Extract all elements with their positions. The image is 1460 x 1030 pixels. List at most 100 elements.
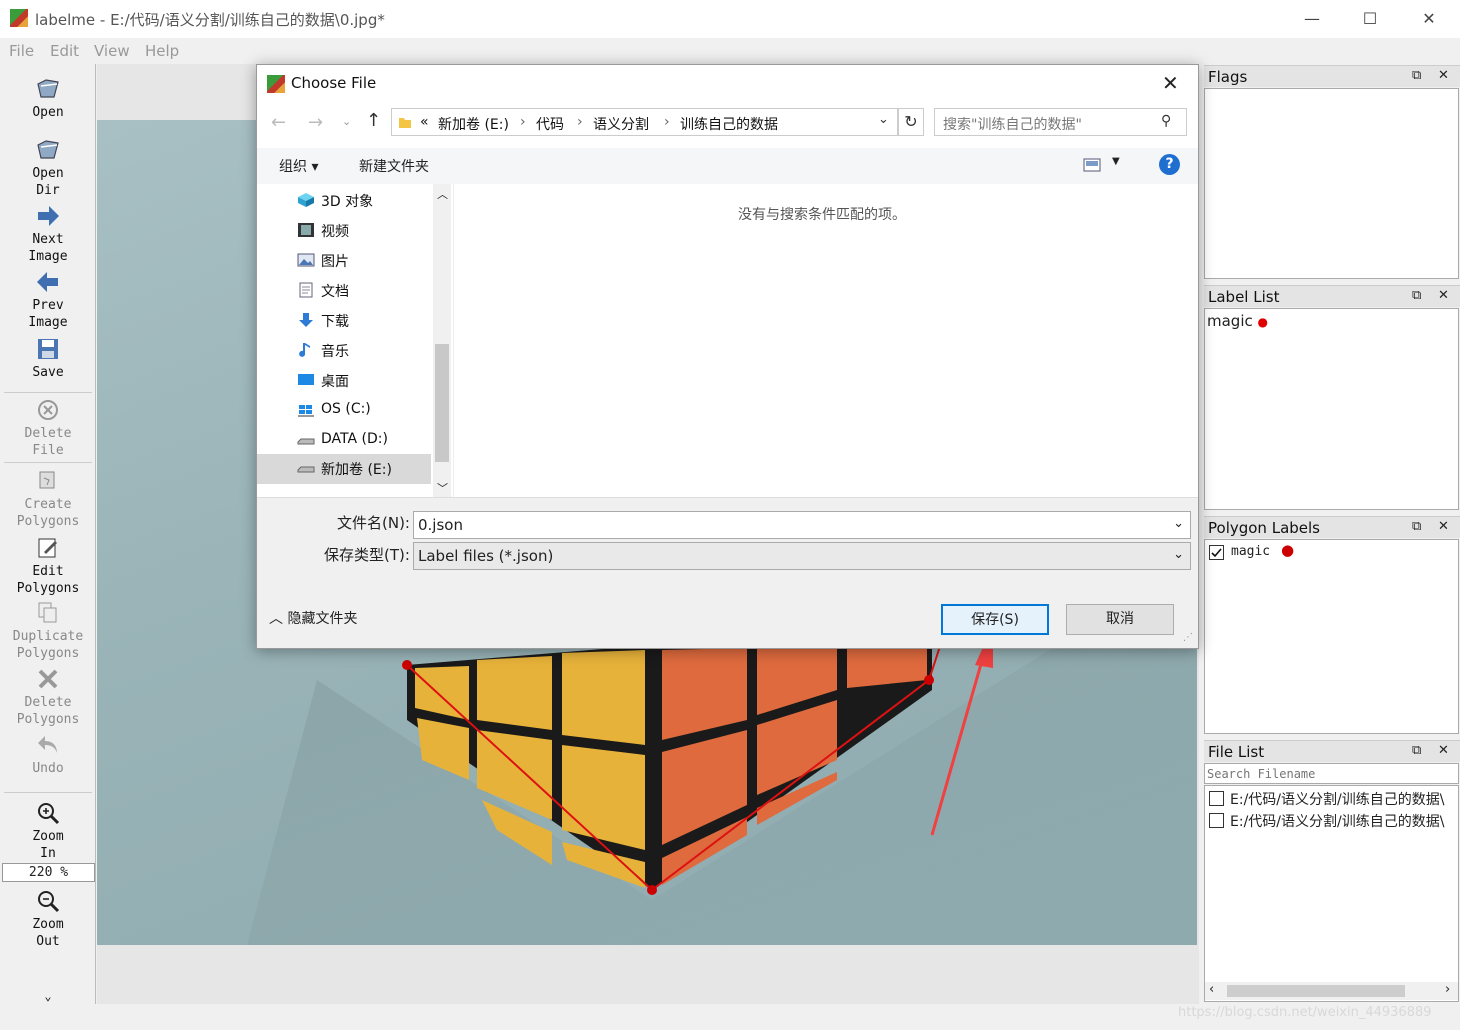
float-dock-icon[interactable]: ⧉	[1412, 519, 1421, 534]
polygon-label-checkbox[interactable]	[1209, 545, 1224, 560]
close-dock-icon[interactable]: ✕	[1438, 519, 1449, 534]
filename-input[interactable]: 0.json ⌄	[413, 511, 1191, 539]
delete-x-icon	[38, 669, 58, 689]
labelme-app-icon	[10, 9, 28, 27]
scroll-down-icon[interactable]: ﹀	[437, 480, 448, 496]
toolbar-separator	[4, 392, 92, 393]
resize-grip-icon[interactable]: ⋰	[1183, 632, 1193, 643]
filetype-select[interactable]: Label files (*.json) ⌄	[413, 542, 1191, 570]
edit-polygons-button[interactable]: Edit Polygons	[0, 535, 96, 597]
scrollbar-thumb[interactable]	[435, 344, 449, 462]
menu-file[interactable]: File	[9, 42, 34, 60]
folder-search-input[interactable]: 搜索"训练自己的数据" ⚲	[934, 108, 1187, 136]
scroll-up-icon[interactable]: ︿	[437, 186, 448, 202]
picture-icon	[297, 253, 315, 267]
close-dock-icon[interactable]: ✕	[1438, 68, 1449, 83]
prev-image-button[interactable]: Prev Image	[0, 269, 96, 331]
breadcrumb-separator: ›	[577, 114, 583, 130]
file-list-hscrollbar[interactable]: ‹ ›	[1205, 982, 1458, 1000]
next-image-button[interactable]: Next Image	[0, 203, 96, 265]
file-list[interactable]: E:/代码/语义分割/训练自己的数据\ E:/代码/语义分割/训练自己的数据\ …	[1204, 785, 1459, 1002]
breadcrumb-drive[interactable]: 新加卷 (E:)	[438, 114, 509, 134]
zoom-out-icon	[38, 891, 60, 913]
close-dock-icon[interactable]: ✕	[1438, 288, 1449, 303]
filetype-label: 保存类型(T):	[324, 546, 410, 564]
duplicate-icon	[38, 602, 57, 623]
scroll-left-icon[interactable]: ‹	[1209, 982, 1214, 997]
file-list-dock-title: File List ⧉ ✕	[1204, 740, 1460, 762]
document-icon	[299, 282, 313, 298]
address-bar[interactable]: « 新加卷 (E:) › 代码 › 语义分割 › 训练自己的数据 ⌄	[391, 108, 898, 136]
help-icon[interactable]: ?	[1159, 154, 1180, 175]
zoom-value-input[interactable]: 220 %	[2, 863, 95, 882]
label-color-dot: ●	[1257, 315, 1269, 329]
polygon-label-item[interactable]: magic ●	[1205, 541, 1455, 562]
scroll-right-icon[interactable]: ›	[1445, 982, 1450, 997]
cancel-dialog-button[interactable]: 取消	[1066, 604, 1174, 635]
filename-dropdown-icon[interactable]: ⌄	[1173, 516, 1184, 531]
file-view-pane[interactable]: 没有与搜索条件匹配的项。	[453, 184, 1198, 497]
breadcrumb-folder[interactable]: 代码	[536, 114, 564, 134]
hide-folders-toggle[interactable]: ︿ 隐藏文件夹	[269, 608, 357, 628]
close-dock-icon[interactable]: ✕	[1438, 743, 1449, 758]
navigation-scrollbar[interactable]: ︿ ﹀	[433, 184, 451, 497]
delete-polygons-button[interactable]: Delete Polygons	[0, 666, 96, 728]
save-button[interactable]: Save	[0, 336, 96, 381]
checkmark-icon	[1211, 548, 1222, 558]
dialog-close-icon[interactable]: ✕	[1162, 71, 1179, 95]
breadcrumb-overflow[interactable]: «	[420, 114, 429, 130]
new-folder-button[interactable]: 新建文件夹	[359, 156, 429, 176]
film-icon	[298, 223, 314, 237]
download-arrow-icon	[299, 313, 313, 327]
folder-open-icon	[37, 79, 59, 98]
file-search-input[interactable]	[1204, 763, 1459, 784]
back-arrow-icon[interactable]: ←	[271, 112, 286, 133]
file-checkbox[interactable]	[1209, 791, 1224, 806]
view-options-icon[interactable]	[1083, 158, 1101, 172]
menu-edit[interactable]: Edit	[50, 42, 79, 60]
view-dropdown-icon[interactable]: ▼	[1112, 156, 1120, 167]
breadcrumb-current[interactable]: 训练自己的数据	[680, 114, 778, 134]
menu-view[interactable]: View	[94, 42, 130, 60]
file-list-item[interactable]: E:/代码/语义分割/训练自己的数据\	[1205, 788, 1458, 810]
float-dock-icon[interactable]: ⧉	[1412, 288, 1421, 303]
maximize-button[interactable]: ☐	[1350, 6, 1390, 32]
undo-arrow-icon	[38, 736, 57, 753]
create-polygons-button[interactable]: Create Polygons	[0, 468, 96, 530]
minimize-button[interactable]: —	[1292, 6, 1332, 32]
flags-list[interactable]	[1204, 88, 1459, 279]
zoom-in-button[interactable]: Zoom In	[0, 800, 96, 862]
float-dock-icon[interactable]: ⧉	[1412, 68, 1421, 83]
toolbar-more-button[interactable]: ⌄	[0, 988, 96, 1005]
label-list-item[interactable]: magic ●	[1207, 312, 1268, 330]
music-note-icon	[299, 343, 310, 357]
open-button[interactable]: Open	[0, 76, 96, 121]
file-list-item[interactable]: E:/代码/语义分割/训练自己的数据\	[1205, 810, 1458, 832]
delete-circle-icon	[38, 400, 58, 420]
duplicate-polygons-button[interactable]: Duplicate Polygons	[0, 600, 96, 662]
organize-menu[interactable]: 组织 ▾	[279, 156, 318, 176]
float-dock-icon[interactable]: ⧉	[1412, 743, 1421, 758]
breadcrumb-folder[interactable]: 语义分割	[593, 114, 649, 134]
refresh-icon[interactable]: ↻	[898, 108, 924, 136]
scrollbar-thumb[interactable]	[1227, 985, 1405, 997]
open-dir-button[interactable]: Open Dir	[0, 137, 96, 199]
navigation-pane[interactable]: 3D 对象 视频 图片 文档 下载 音乐 桌面 OS (C:) DATA (D:…	[257, 184, 433, 497]
zoom-out-button[interactable]: Zoom Out	[0, 888, 96, 950]
label-list[interactable]: magic ●	[1204, 308, 1459, 510]
breadcrumb-separator: ›	[664, 114, 670, 130]
file-checkbox[interactable]	[1209, 813, 1224, 828]
recent-dropdown-icon[interactable]: ⌄	[342, 115, 351, 128]
up-arrow-icon[interactable]: ↑	[366, 110, 381, 131]
nav-item-drive-e[interactable]: 新加卷 (E:)	[257, 454, 431, 484]
close-window-button[interactable]: ✕	[1409, 6, 1449, 32]
undo-button[interactable]: Undo	[0, 732, 96, 777]
delete-file-button[interactable]: Delete File	[0, 397, 96, 459]
save-dialog-button[interactable]: 保存(S)	[941, 604, 1049, 635]
polygon-labels-list[interactable]: magic ●	[1204, 539, 1459, 734]
filetype-dropdown-icon[interactable]: ⌄	[1173, 547, 1184, 562]
menu-help[interactable]: Help	[145, 42, 179, 60]
forward-arrow-icon[interactable]: →	[308, 112, 323, 133]
desktop-icon	[298, 374, 314, 385]
address-dropdown-icon[interactable]: ⌄	[878, 112, 889, 127]
